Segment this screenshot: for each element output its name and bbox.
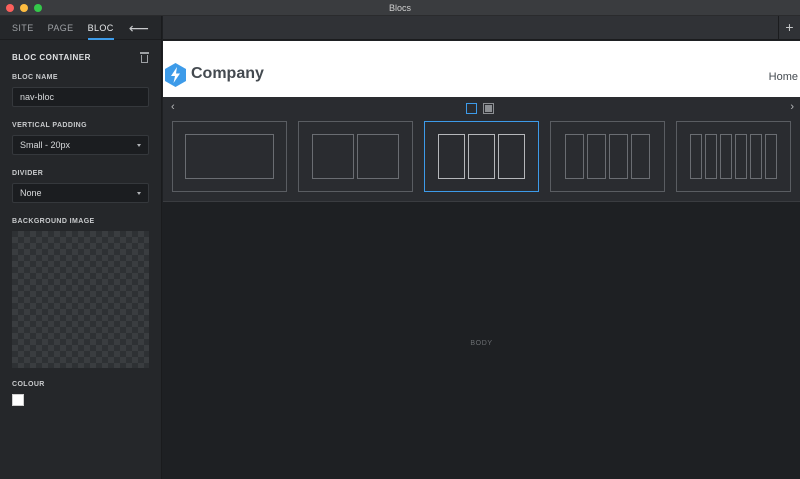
layout-picker: ‹ ›	[163, 97, 800, 202]
divider-label: DIVIDER	[12, 170, 44, 177]
column-preview	[631, 134, 650, 179]
tab-page[interactable]: PAGE	[48, 16, 74, 40]
chevron-left-icon[interactable]: ‹	[171, 101, 175, 113]
view-toggle	[466, 103, 494, 114]
divider-value: None	[20, 188, 42, 198]
canvas-toolbar: +	[163, 16, 800, 40]
column-preview	[750, 134, 762, 179]
column-preview	[357, 134, 399, 179]
vertical-padding-label: VERTICAL PADDING	[12, 122, 87, 129]
background-image-label: BACKGROUND IMAGE	[12, 218, 95, 225]
body-drop-area[interactable]: BODY	[163, 203, 800, 479]
layout-option-4-col[interactable]	[550, 121, 665, 192]
layout-options	[172, 121, 791, 192]
colour-label: COLOUR	[12, 381, 45, 388]
layout-option-3-col[interactable]	[424, 121, 539, 192]
add-bloc-button[interactable]: +	[778, 16, 800, 40]
column-preview	[609, 134, 628, 179]
chevron-right-icon[interactable]: ›	[790, 101, 794, 113]
main-canvas: + Company Home ‹ › BODY	[163, 16, 800, 479]
window-title: Blocs	[388, 3, 411, 13]
filled-view-toggle[interactable]	[483, 103, 494, 114]
nav-link-home[interactable]: Home	[769, 71, 798, 83]
column-preview	[735, 134, 747, 179]
tab-bloc[interactable]: BLOC	[87, 16, 114, 40]
section-header: BLOC CONTAINER	[0, 40, 161, 74]
layout-option-6-col[interactable]	[676, 121, 791, 192]
nav-bloc-preview[interactable]: Company Home	[163, 41, 800, 97]
colour-swatch[interactable]	[12, 394, 24, 406]
background-image-well[interactable]	[12, 231, 149, 368]
sidebar: SITE PAGE BLOC ⟵ BLOC CONTAINER BLOC NAM…	[0, 16, 162, 479]
layout-option-2-col[interactable]	[298, 121, 413, 192]
body-label: BODY	[470, 340, 493, 347]
column-preview	[312, 134, 354, 179]
company-logo-icon	[165, 63, 186, 87]
column-preview	[498, 134, 525, 179]
column-preview	[765, 134, 777, 179]
column-preview	[720, 134, 732, 179]
trash-lid	[140, 51, 149, 54]
column-preview	[185, 134, 274, 179]
vertical-padding-select[interactable]: Small - 20px	[12, 135, 149, 155]
column-preview	[438, 134, 465, 179]
title-bar: Blocs	[0, 0, 800, 16]
brand-name: Company	[191, 65, 264, 82]
column-preview	[468, 134, 495, 179]
section-title: BLOC CONTAINER	[12, 52, 91, 62]
column-preview	[565, 134, 584, 179]
column-preview	[690, 134, 702, 179]
chevron-down-icon	[137, 143, 141, 147]
chevron-down-icon	[137, 191, 141, 195]
column-preview	[705, 134, 717, 179]
trash-can	[141, 54, 148, 63]
vertical-padding-value: Small - 20px	[20, 140, 71, 150]
divider-select[interactable]: None	[12, 183, 149, 203]
sidebar-tabs: SITE PAGE BLOC ⟵	[0, 16, 161, 40]
column-preview	[587, 134, 606, 179]
bloc-name-field-wrap	[12, 87, 149, 107]
back-arrow-icon[interactable]: ⟵	[129, 20, 149, 37]
trash-icon[interactable]	[140, 51, 149, 63]
tab-site[interactable]: SITE	[12, 16, 34, 40]
layout-option-1-col[interactable]	[172, 121, 287, 192]
bloc-name-input[interactable]	[20, 92, 141, 102]
bloc-name-label: BLOC NAME	[12, 74, 58, 81]
outline-view-toggle[interactable]	[466, 103, 477, 114]
